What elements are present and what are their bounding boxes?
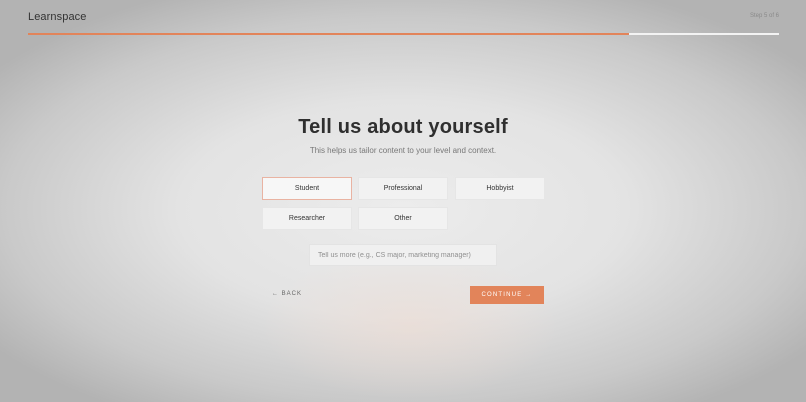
option-researcher[interactable]: Researcher — [262, 207, 352, 230]
background-glow — [260, 250, 560, 400]
page-title: Tell us about yourself — [298, 116, 508, 138]
progress-bar-fill — [28, 33, 629, 35]
option-student[interactable]: Student — [262, 177, 352, 200]
step-indicator: Step 5 of 6 — [749, 13, 779, 19]
brand-logo: Learnspace — [28, 11, 87, 23]
option-professional[interactable]: Professional — [358, 177, 448, 200]
option-hobbyist[interactable]: Hobbyist — [455, 177, 545, 200]
page-subtitle: This helps us tailor content to your lev… — [309, 146, 497, 155]
back-button[interactable]: ← BACK — [272, 291, 302, 297]
continue-button[interactable]: CONTINUE → — [470, 286, 544, 304]
progress-bar — [28, 33, 779, 35]
option-other[interactable]: Other — [358, 207, 448, 230]
details-input[interactable] — [309, 244, 497, 266]
